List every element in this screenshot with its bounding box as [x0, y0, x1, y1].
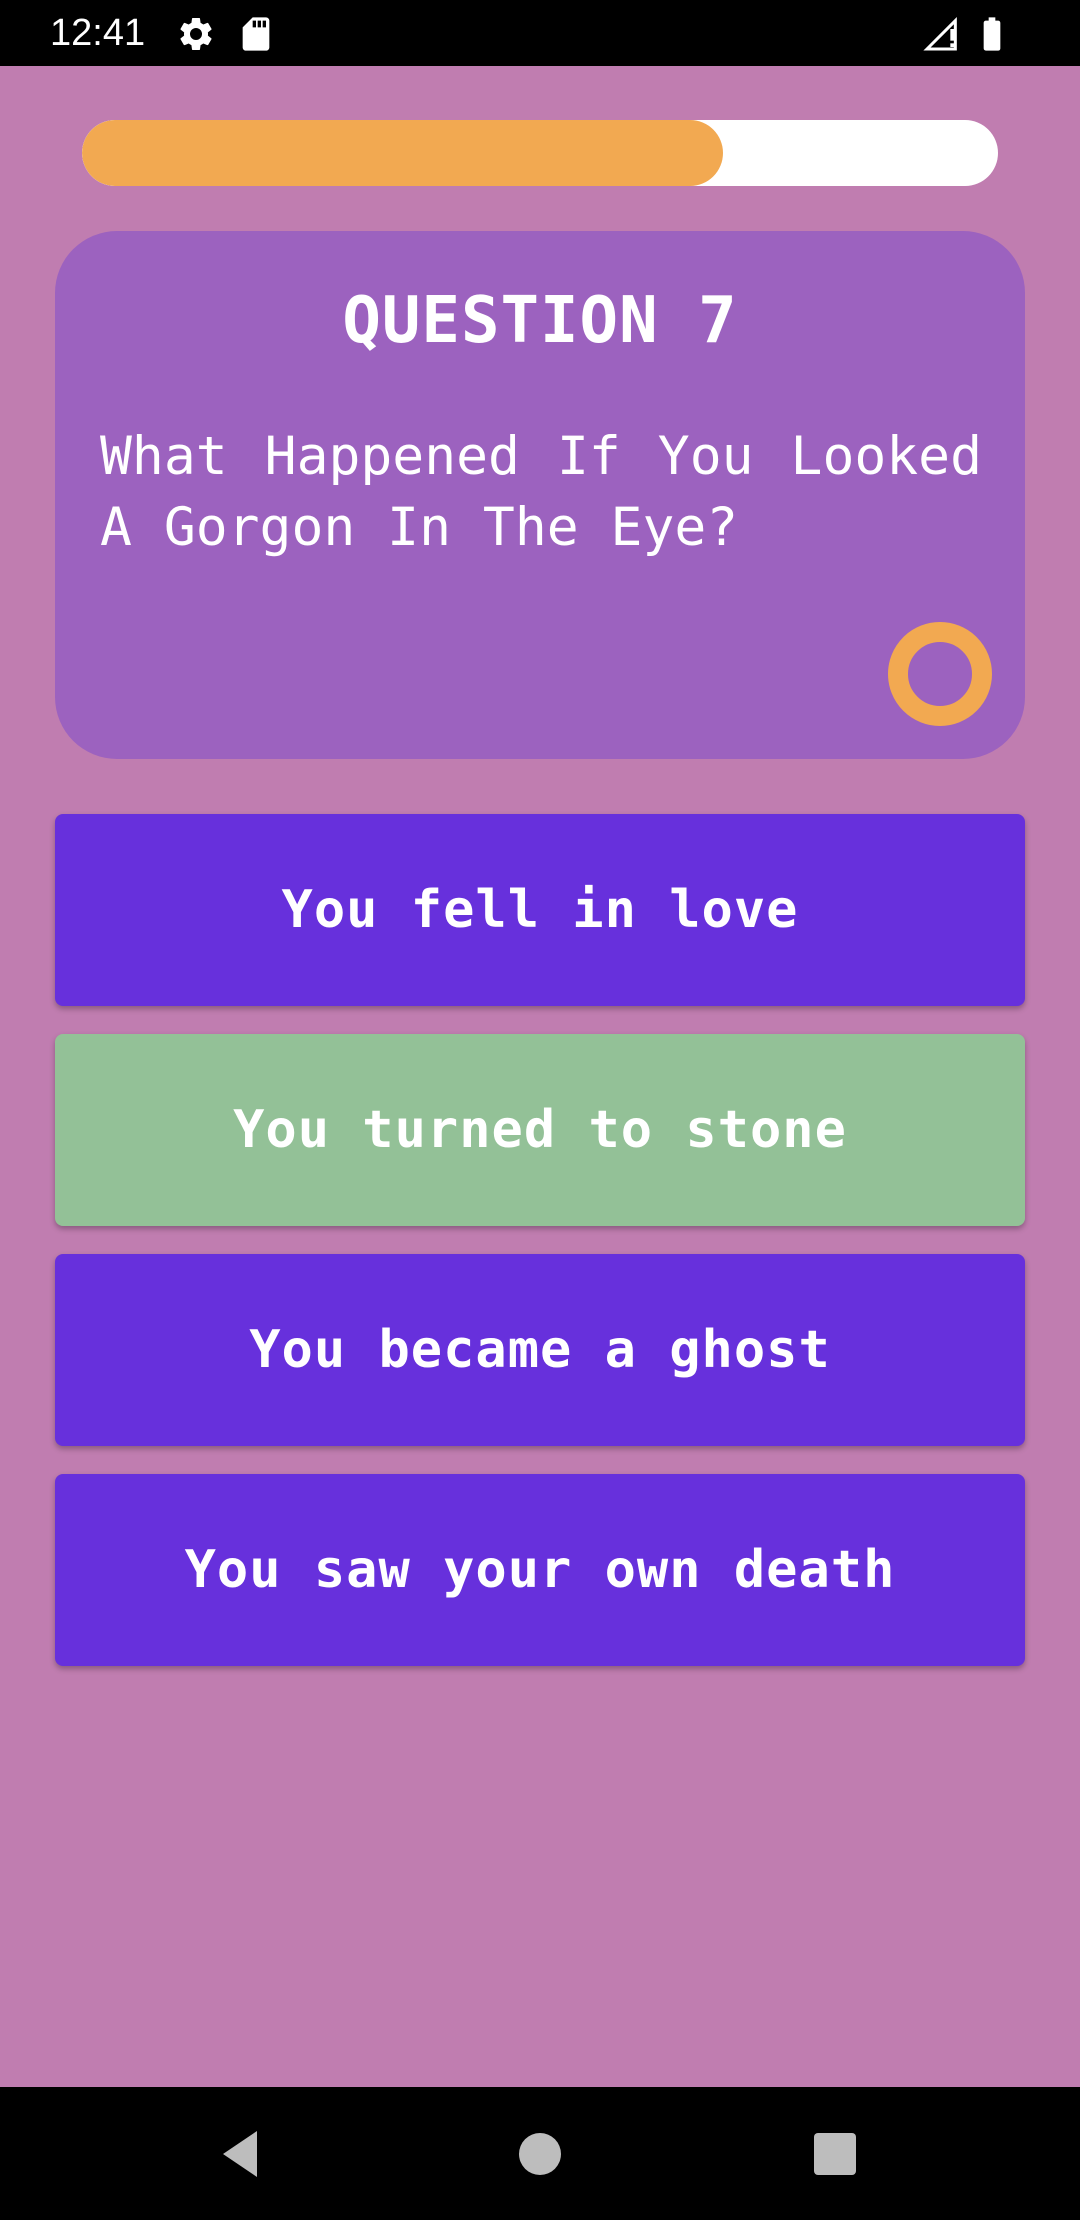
- question-text: What Happened If You Looked A Gorgon In …: [100, 426, 982, 558]
- question-title: QUESTION 7: [342, 284, 738, 358]
- battery-icon: [972, 14, 1012, 54]
- answer-option-4[interactable]: You saw your own death: [55, 1474, 1025, 1666]
- status-bar: 12:41: [0, 0, 1080, 66]
- quiz-progress-bar: [82, 120, 998, 186]
- recents-icon[interactable]: [804, 2123, 866, 2185]
- question-card: QUESTION 7 What Happened If You Looked A…: [55, 231, 1025, 759]
- sd-card-icon: [236, 14, 276, 54]
- answer-option-2[interactable]: You turned to stone: [55, 1034, 1025, 1226]
- navigation-bar: [0, 2087, 1080, 2220]
- answer-option-1[interactable]: You fell in love: [55, 814, 1025, 1006]
- answer-option-3[interactable]: You became a ghost: [55, 1254, 1025, 1446]
- status-time: 12:41: [50, 12, 146, 54]
- timer-ring-icon: [887, 621, 993, 727]
- back-icon[interactable]: [213, 2123, 275, 2185]
- gear-icon: [176, 14, 216, 54]
- home-icon[interactable]: [509, 2123, 571, 2185]
- signal-icon: [922, 14, 962, 54]
- quiz-progress-fill: [82, 120, 724, 186]
